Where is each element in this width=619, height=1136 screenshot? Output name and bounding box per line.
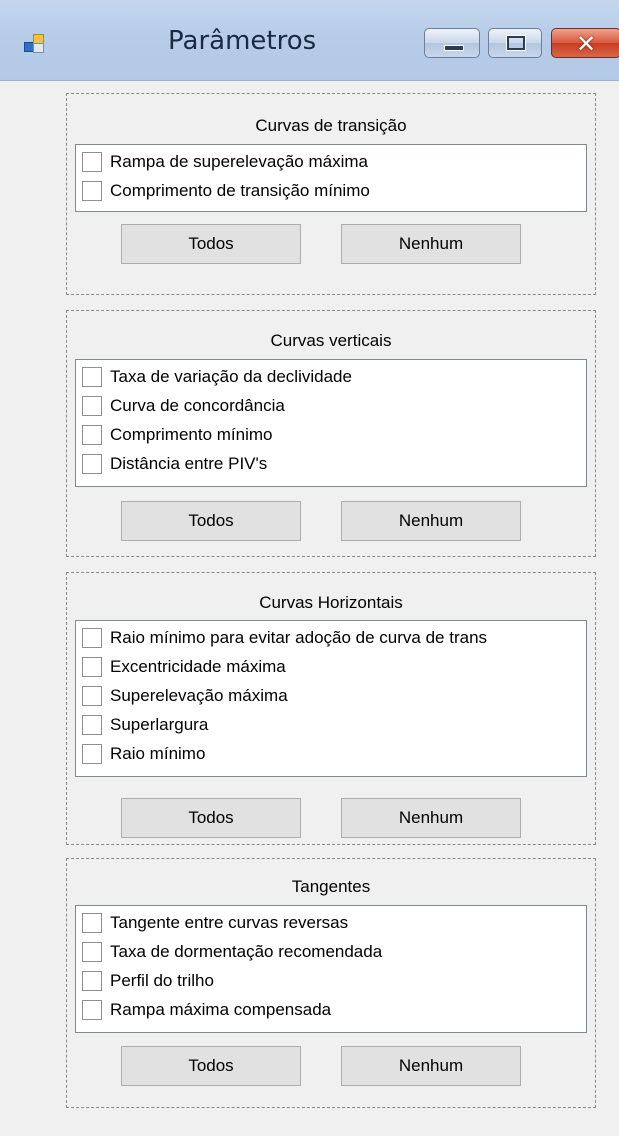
list-item-label: Tangente entre curvas reversas <box>110 913 349 932</box>
list-item[interactable]: Excentricidade máxima <box>82 654 286 680</box>
list-item-label: Taxa de dormentação recomendada <box>110 942 383 961</box>
maximize-icon <box>507 36 525 50</box>
select-none-button[interactable]: Nenhum <box>341 224 521 264</box>
list-item[interactable]: Superelevação máxima <box>82 683 288 709</box>
checkbox[interactable] <box>82 942 102 962</box>
list-item[interactable]: Taxa de variação da declividade <box>82 364 352 390</box>
list-item-label: Raio mínimo <box>110 744 206 763</box>
checkbox[interactable] <box>82 425 102 445</box>
list-item[interactable]: Tangente entre curvas reversas <box>82 910 348 936</box>
group-tangentes: Tangentes Tangente entre curvas reversas… <box>66 858 596 1108</box>
list-item-label: Superlargura <box>110 715 209 734</box>
select-none-button[interactable]: Nenhum <box>341 1046 521 1086</box>
maximize-button[interactable] <box>488 28 542 58</box>
list-item-label: Raio mínimo para evitar adoção de curva … <box>110 628 488 647</box>
title-bar[interactable]: Parâmetros ✕ <box>0 0 619 81</box>
minimize-button[interactable] <box>424 28 480 58</box>
select-none-button[interactable]: Nenhum <box>341 501 521 541</box>
list-item-label: Curva de concordância <box>110 396 285 415</box>
list-item-label: Excentricidade máxima <box>110 657 286 676</box>
list-item[interactable]: Rampa máxima compensada <box>82 997 331 1023</box>
checkbox[interactable] <box>82 454 102 474</box>
checkbox[interactable] <box>82 715 102 735</box>
list-item[interactable]: Comprimento de transição mínimo <box>82 178 370 204</box>
list-item[interactable]: Distância entre PIV's <box>82 451 267 477</box>
list-item[interactable]: Taxa de dormentação recomendada <box>82 939 382 965</box>
list-item-label: Perfil do trilho <box>110 971 214 990</box>
checkbox[interactable] <box>82 913 102 933</box>
checkbox[interactable] <box>82 181 102 201</box>
group-curvas-transicao: Curvas de transição Rampa de superelevaç… <box>66 93 596 295</box>
group-title: Curvas Horizontais <box>259 593 403 612</box>
close-button[interactable]: ✕ <box>551 28 619 58</box>
select-all-button[interactable]: Todos <box>121 501 301 541</box>
list-item[interactable]: Raio mínimo para evitar adoção de curva … <box>82 625 487 651</box>
list-item-label: Distância entre PIV's <box>110 454 268 473</box>
group-title: Tangentes <box>291 877 371 896</box>
app-icon[interactable] <box>24 34 44 53</box>
checkbox[interactable] <box>82 971 102 991</box>
checklist[interactable]: Tangente entre curvas reversas Taxa de d… <box>75 905 587 1033</box>
checkbox[interactable] <box>82 686 102 706</box>
list-item-label: Comprimento de transição mínimo <box>110 181 370 200</box>
list-item[interactable]: Superlargura <box>82 712 208 738</box>
list-item-label: Superelevação máxima <box>110 686 288 705</box>
close-icon: ✕ <box>576 30 597 58</box>
checkbox[interactable] <box>82 367 102 387</box>
list-item[interactable]: Rampa de superelevação máxima <box>82 149 368 175</box>
list-item[interactable]: Perfil do trilho <box>82 968 214 994</box>
list-item[interactable]: Raio mínimo <box>82 741 205 767</box>
list-item-label: Comprimento mínimo <box>110 425 273 444</box>
checklist[interactable]: Taxa de variação da declividade Curva de… <box>75 359 587 487</box>
group-curvas-horizontais: Curvas Horizontais Raio mínimo para evit… <box>66 572 596 845</box>
checklist[interactable]: Raio mínimo para evitar adoção de curva … <box>75 620 587 777</box>
window-title: Parâmetros <box>168 26 317 56</box>
list-item-label: Rampa de superelevação máxima <box>110 152 368 171</box>
checkbox[interactable] <box>82 1000 102 1020</box>
checkbox[interactable] <box>82 657 102 677</box>
checklist[interactable]: Rampa de superelevação máxima Compriment… <box>75 144 587 212</box>
select-all-button[interactable]: Todos <box>121 224 301 264</box>
select-none-button[interactable]: Nenhum <box>341 798 521 838</box>
list-item-label: Rampa máxima compensada <box>110 1000 332 1019</box>
select-all-button[interactable]: Todos <box>121 798 301 838</box>
list-item[interactable]: Curva de concordância <box>82 393 285 419</box>
checkbox[interactable] <box>82 744 102 764</box>
group-title: Curvas verticais <box>270 331 392 350</box>
checkbox[interactable] <box>82 628 102 648</box>
list-item[interactable]: Comprimento mínimo <box>82 422 273 448</box>
list-item-label: Taxa de variação da declividade <box>110 367 352 386</box>
minimize-icon <box>444 45 464 51</box>
group-curvas-verticais: Curvas verticais Taxa de variação da dec… <box>66 310 596 557</box>
checkbox[interactable] <box>82 152 102 172</box>
select-all-button[interactable]: Todos <box>121 1046 301 1086</box>
checkbox[interactable] <box>82 396 102 416</box>
group-title: Curvas de transição <box>255 116 407 135</box>
